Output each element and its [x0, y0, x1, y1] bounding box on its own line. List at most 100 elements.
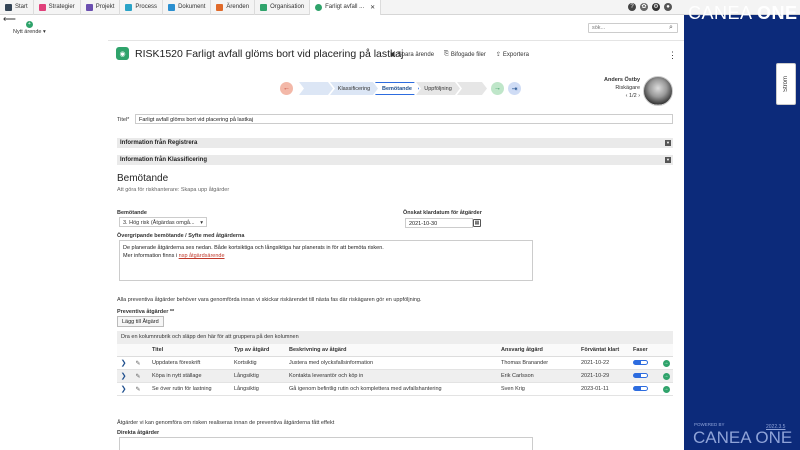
- owner-info: Anders Östby Riskägare ‹ 1/2 ›: [604, 77, 641, 99]
- help-icon[interactable]: ?: [628, 3, 636, 11]
- calendar-icon[interactable]: ▦: [473, 219, 481, 227]
- process-last-button[interactable]: ⇥: [508, 82, 521, 95]
- case-actions: ▣ Spara ärende ⎘ Bifogade filer ⇪ Exportera: [390, 51, 529, 58]
- step-blank-2: [457, 82, 487, 95]
- phase-progress-bar: [633, 385, 648, 391]
- case-link[interactable]: nsp åtgärdsärende: [179, 253, 225, 259]
- expand-icon[interactable]: ❯: [117, 385, 130, 393]
- palette-icon[interactable]: ✿: [640, 3, 648, 11]
- attachments-button[interactable]: ⎘ Bifogade filer: [444, 51, 486, 58]
- todo-text: Att göra för riskhanterare: Skapa upp åt…: [117, 187, 230, 193]
- tab-arenden[interactable]: Ärenden: [211, 0, 256, 15]
- gear-icon[interactable]: ⚙: [652, 3, 660, 11]
- direct-info-text: Åtgärder vi kan genomföra om risken real…: [117, 420, 335, 426]
- more-options-icon[interactable]: ⋮: [668, 50, 677, 61]
- preventive-label: Preventiva åtgärder **: [117, 309, 175, 315]
- response-label: Bemötande: [117, 210, 147, 216]
- tab-strategier[interactable]: Strategier: [34, 0, 81, 15]
- section-klassificering[interactable]: Information från Klassificering ▼: [117, 155, 673, 165]
- top-right-icons: ? ✿ ⚙ ●: [628, 3, 672, 11]
- document-icon: [168, 3, 176, 11]
- search-input[interactable]: [588, 23, 678, 33]
- export-icon: ⇪: [495, 52, 501, 58]
- home-icon: [5, 3, 12, 11]
- col-due[interactable]: Förväntat klart: [581, 347, 633, 353]
- save-case-button[interactable]: ▣ Spara ärende: [390, 51, 434, 59]
- case-header: ◉ RISK1520 Farligt avfall glöms bort vid…: [116, 47, 403, 60]
- process-icon: [125, 3, 133, 11]
- process-forward-button[interactable]: →: [491, 82, 504, 95]
- tab-start[interactable]: Start: [0, 0, 34, 15]
- table-row[interactable]: ❯ ✎ Köpa in nytt ställage Långsiktig Kont…: [117, 370, 673, 383]
- new-case-button[interactable]: + Nytt ärende ▾: [13, 21, 46, 35]
- col-phase[interactable]: Faser: [633, 347, 659, 353]
- pencil-icon[interactable]: ✎: [130, 386, 146, 393]
- version-link[interactable]: 2022.3.5: [766, 424, 785, 430]
- step-blank-1: [299, 82, 333, 95]
- go-arrow-icon[interactable]: →: [662, 385, 670, 393]
- date-input[interactable]: 2021-10-30: [405, 218, 473, 228]
- tab-organisation[interactable]: Organisation: [255, 0, 311, 15]
- title-input[interactable]: Farligt avfall glöms bort vid placering …: [135, 114, 673, 124]
- direct-label: Direkta åtgärder: [117, 430, 160, 436]
- search-icon[interactable]: ⌕: [669, 24, 673, 32]
- expand-icon[interactable]: ❯: [117, 359, 130, 367]
- paperclip-icon: ⎘: [444, 51, 449, 57]
- col-title[interactable]: Titel: [146, 347, 234, 353]
- process-back-button[interactable]: ←: [280, 82, 293, 95]
- purpose-textarea[interactable]: De planerade åtgärderna ses nedan. Både …: [119, 240, 533, 281]
- pager-next-icon[interactable]: ›: [638, 93, 640, 99]
- phase-progress-bar: [633, 359, 648, 365]
- project-icon: [85, 3, 93, 11]
- export-button[interactable]: ⇪ Exportera: [495, 51, 529, 59]
- pager-prev-icon[interactable]: ‹: [626, 93, 628, 99]
- table-row[interactable]: ❯ ✎ Uppdatera föreskrift Kortsiktig Juste…: [117, 357, 673, 370]
- tab-process[interactable]: Process: [120, 0, 164, 15]
- powered-by: POWERED BY: [694, 422, 725, 427]
- chevron-down-icon[interactable]: ▼: [665, 140, 671, 146]
- col-type[interactable]: Typ av åtgärd: [234, 347, 289, 353]
- chevron-down-icon[interactable]: ▼: [665, 157, 671, 163]
- tab-projekt[interactable]: Projekt: [81, 0, 121, 15]
- brand-logo: CANEA ONE: [688, 3, 798, 23]
- chevron-down-icon: ▾: [200, 220, 203, 226]
- go-arrow-icon[interactable]: →: [662, 359, 670, 367]
- table-row[interactable]: ❯ ✎ Se över rutin för lastning Långsiktig…: [117, 383, 673, 396]
- col-desc[interactable]: Beskrivning av åtgärd: [289, 347, 501, 353]
- preventive-info-text: Alla preventiva åtgärder behöver vara ge…: [117, 297, 422, 303]
- strategy-icon: [38, 3, 46, 11]
- owner-avatar: [643, 76, 673, 106]
- section-heading: Bemötande: [117, 173, 169, 184]
- section-registrera[interactable]: Information från Registrera ▼: [117, 138, 673, 148]
- tab-current-case[interactable]: Farligt avfall ... ✕: [310, 0, 382, 15]
- plus-icon: +: [25, 21, 33, 28]
- response-select[interactable]: 3. Hög risk (Åtgärdas omgå... ▾: [119, 217, 207, 227]
- date-label: Önskat klardatum för åtgärder: [403, 210, 482, 216]
- expand-icon[interactable]: ❯: [117, 372, 130, 380]
- go-arrow-icon[interactable]: →: [662, 372, 670, 380]
- add-action-button[interactable]: Lägg till Åtgärd: [117, 316, 164, 327]
- save-icon: ▣: [390, 52, 396, 58]
- sub-toolbar: ⌕: [108, 15, 684, 41]
- cases-icon: [216, 3, 224, 11]
- close-icon[interactable]: ✕: [370, 4, 375, 11]
- step-bemotande[interactable]: Bemötande: [375, 82, 419, 95]
- pencil-icon[interactable]: ✎: [130, 360, 146, 367]
- step-uppfoljning[interactable]: Uppföljning: [416, 82, 460, 95]
- process-flow: ← Klassificering Bemötande Uppföljning →…: [280, 82, 521, 95]
- tab-dokument[interactable]: Dokument: [163, 0, 212, 15]
- step-klassificering[interactable]: Klassificering: [330, 82, 378, 95]
- grid-header: Titel Typ av åtgärd Beskrivning av åtgär…: [117, 344, 673, 357]
- main-content: ◉ RISK1520 Farligt avfall glöms bort vid…: [108, 41, 684, 450]
- user-avatar-icon[interactable]: ●: [664, 3, 672, 11]
- flow-tab[interactable]: Ström: [776, 63, 796, 105]
- phase-progress-bar: [633, 372, 648, 378]
- organisation-icon: [260, 3, 268, 11]
- col-resp[interactable]: Ansvarig åtgärd: [501, 347, 581, 353]
- case-title: RISK1520 Farligt avfall glöms bort vid p…: [135, 47, 404, 60]
- purpose-label: Övergripande bemötande / Syfte med åtgär…: [117, 233, 245, 239]
- pencil-icon[interactable]: ✎: [130, 373, 146, 380]
- risk-icon: ◉: [116, 47, 129, 60]
- title-label: Titel*: [117, 117, 130, 123]
- direct-textarea[interactable]: [119, 437, 533, 450]
